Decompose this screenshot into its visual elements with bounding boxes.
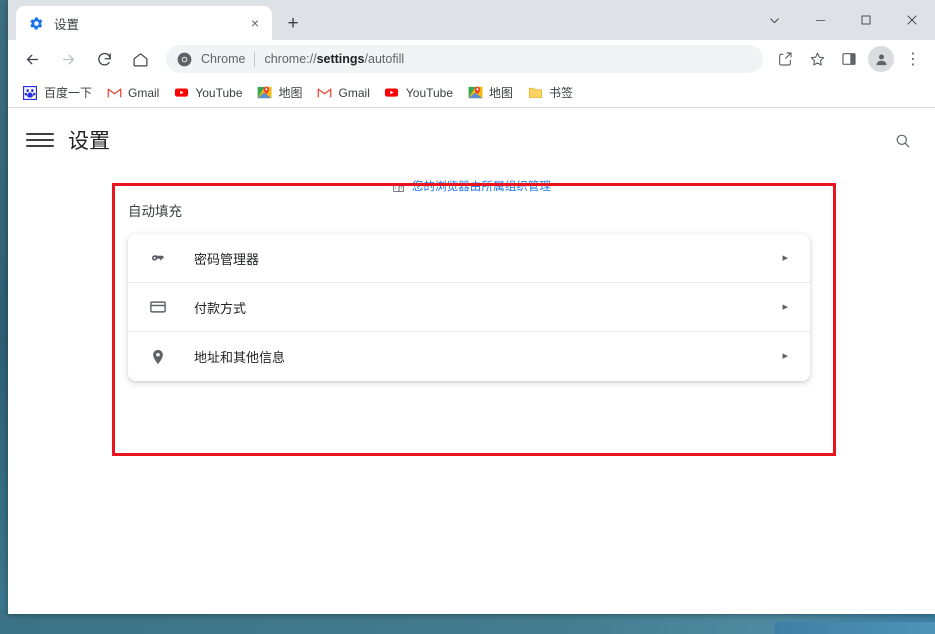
managed-banner-text: 您的浏览器由所属组织管理 bbox=[411, 181, 552, 193]
youtube-icon bbox=[173, 85, 189, 101]
tab-search-button[interactable] bbox=[751, 0, 797, 40]
autofill-card: 密码管理器 ▸ 付款方式 ▸ 地址和其他信息 ▸ bbox=[128, 234, 810, 381]
bookmark-label: Gmail bbox=[338, 85, 370, 100]
forward-button[interactable] bbox=[53, 44, 83, 74]
bookmark-item[interactable]: Gmail bbox=[311, 81, 376, 105]
gear-icon bbox=[28, 15, 44, 31]
close-button[interactable] bbox=[889, 0, 935, 40]
address-bar[interactable]: Chrome chrome://settings/autofill bbox=[166, 45, 763, 73]
window-controls bbox=[751, 0, 935, 40]
profile-avatar-icon[interactable] bbox=[868, 46, 894, 72]
managed-by-organization-banner: 您的浏览器由所属组织管理 bbox=[8, 178, 935, 194]
chrome-logo-icon bbox=[176, 51, 192, 67]
browser-menu-button[interactable]: ⋮ bbox=[899, 45, 927, 73]
youtube-icon bbox=[384, 85, 400, 101]
omnibox-chip-label: Chrome bbox=[201, 52, 246, 66]
minimize-button[interactable] bbox=[797, 0, 843, 40]
maps-icon bbox=[467, 85, 483, 101]
browser-window: 设置 × + Chrome chrome://settings/autofill… bbox=[8, 0, 935, 614]
home-button[interactable] bbox=[125, 44, 155, 74]
bookmark-item[interactable]: 地图 bbox=[461, 81, 519, 105]
bookmark-item[interactable]: YouTube bbox=[167, 81, 248, 105]
bookmark-label: YouTube bbox=[405, 85, 454, 100]
tab-strip: 设置 × + bbox=[8, 0, 935, 40]
hamburger-icon[interactable] bbox=[26, 126, 54, 154]
bookmark-item[interactable]: 地图 bbox=[251, 81, 309, 105]
search-icon[interactable] bbox=[887, 125, 917, 155]
bookmark-label: 地图 bbox=[489, 86, 514, 100]
side-panel-icon[interactable] bbox=[835, 45, 863, 73]
baidu-icon bbox=[22, 85, 38, 101]
new-tab-button[interactable]: + bbox=[278, 8, 308, 38]
bookmark-folder-item[interactable]: 书签 bbox=[521, 81, 579, 105]
row-label: 付款方式 bbox=[194, 300, 247, 316]
bookmark-item[interactable]: YouTube bbox=[378, 81, 459, 105]
omnibox-separator bbox=[254, 51, 256, 67]
settings-row-password-manager[interactable]: 密码管理器 ▸ bbox=[128, 234, 810, 283]
settings-row-payment-methods[interactable]: 付款方式 ▸ bbox=[128, 283, 810, 332]
bookmark-item[interactable]: Gmail bbox=[100, 81, 165, 105]
url-host: settings bbox=[316, 52, 365, 66]
bookmark-label: 书签 bbox=[549, 86, 574, 100]
page-title: 设置 bbox=[68, 130, 110, 153]
url-path: /autofill bbox=[364, 52, 405, 66]
maps-icon bbox=[257, 85, 273, 101]
back-button[interactable] bbox=[17, 44, 47, 74]
bookmark-item[interactable]: 百度一下 bbox=[16, 81, 98, 105]
desktop-taskbar-accent bbox=[775, 622, 935, 634]
browser-toolbar: Chrome chrome://settings/autofill ⋮ bbox=[8, 40, 935, 78]
close-tab-icon[interactable]: × bbox=[244, 12, 266, 34]
star-icon[interactable] bbox=[803, 45, 831, 73]
gmail-icon bbox=[106, 85, 122, 101]
url-prefix: chrome:// bbox=[264, 52, 317, 66]
reload-button[interactable] bbox=[89, 44, 119, 74]
folder-icon bbox=[527, 85, 543, 101]
section-title: 自动填充 bbox=[128, 204, 182, 219]
building-icon bbox=[392, 180, 405, 193]
bookmark-label: 地图 bbox=[278, 86, 303, 100]
bookmark-label: Gmail bbox=[128, 85, 160, 100]
settings-header: 设置 bbox=[8, 112, 935, 168]
settings-page: 设置 您的浏览器由所属组织管理 自动填充 密码管理器 ▸ 付款方式 ▸ 地址和其… bbox=[8, 108, 935, 614]
row-label: 地址和其他信息 bbox=[194, 350, 286, 365]
credit-card-icon bbox=[148, 297, 168, 317]
bookmark-label: 百度一下 bbox=[44, 86, 93, 100]
tab-title: 设置 bbox=[54, 17, 80, 32]
row-label: 密码管理器 bbox=[194, 251, 260, 267]
chevron-right-icon: ▸ bbox=[782, 300, 788, 313]
key-icon bbox=[148, 248, 168, 268]
location-pin-icon bbox=[148, 347, 168, 367]
settings-row-addresses[interactable]: 地址和其他信息 ▸ bbox=[128, 332, 810, 381]
share-icon[interactable] bbox=[771, 45, 799, 73]
bookmarks-bar: 百度一下 Gmail YouTube 地图 Gmail YouTube 地图 书… bbox=[8, 78, 935, 108]
bookmark-label: YouTube bbox=[195, 85, 243, 100]
autofill-section: 自动填充 密码管理器 ▸ 付款方式 ▸ 地址和其他信息 ▸ bbox=[128, 200, 818, 381]
gmail-icon bbox=[317, 85, 333, 101]
maximize-button[interactable] bbox=[843, 0, 889, 40]
omnibox-url: chrome://settings/autofill bbox=[264, 52, 404, 66]
browser-tab-settings[interactable]: 设置 × bbox=[16, 6, 272, 40]
chevron-right-icon: ▸ bbox=[782, 350, 788, 362]
chevron-right-icon: ▸ bbox=[782, 251, 788, 264]
